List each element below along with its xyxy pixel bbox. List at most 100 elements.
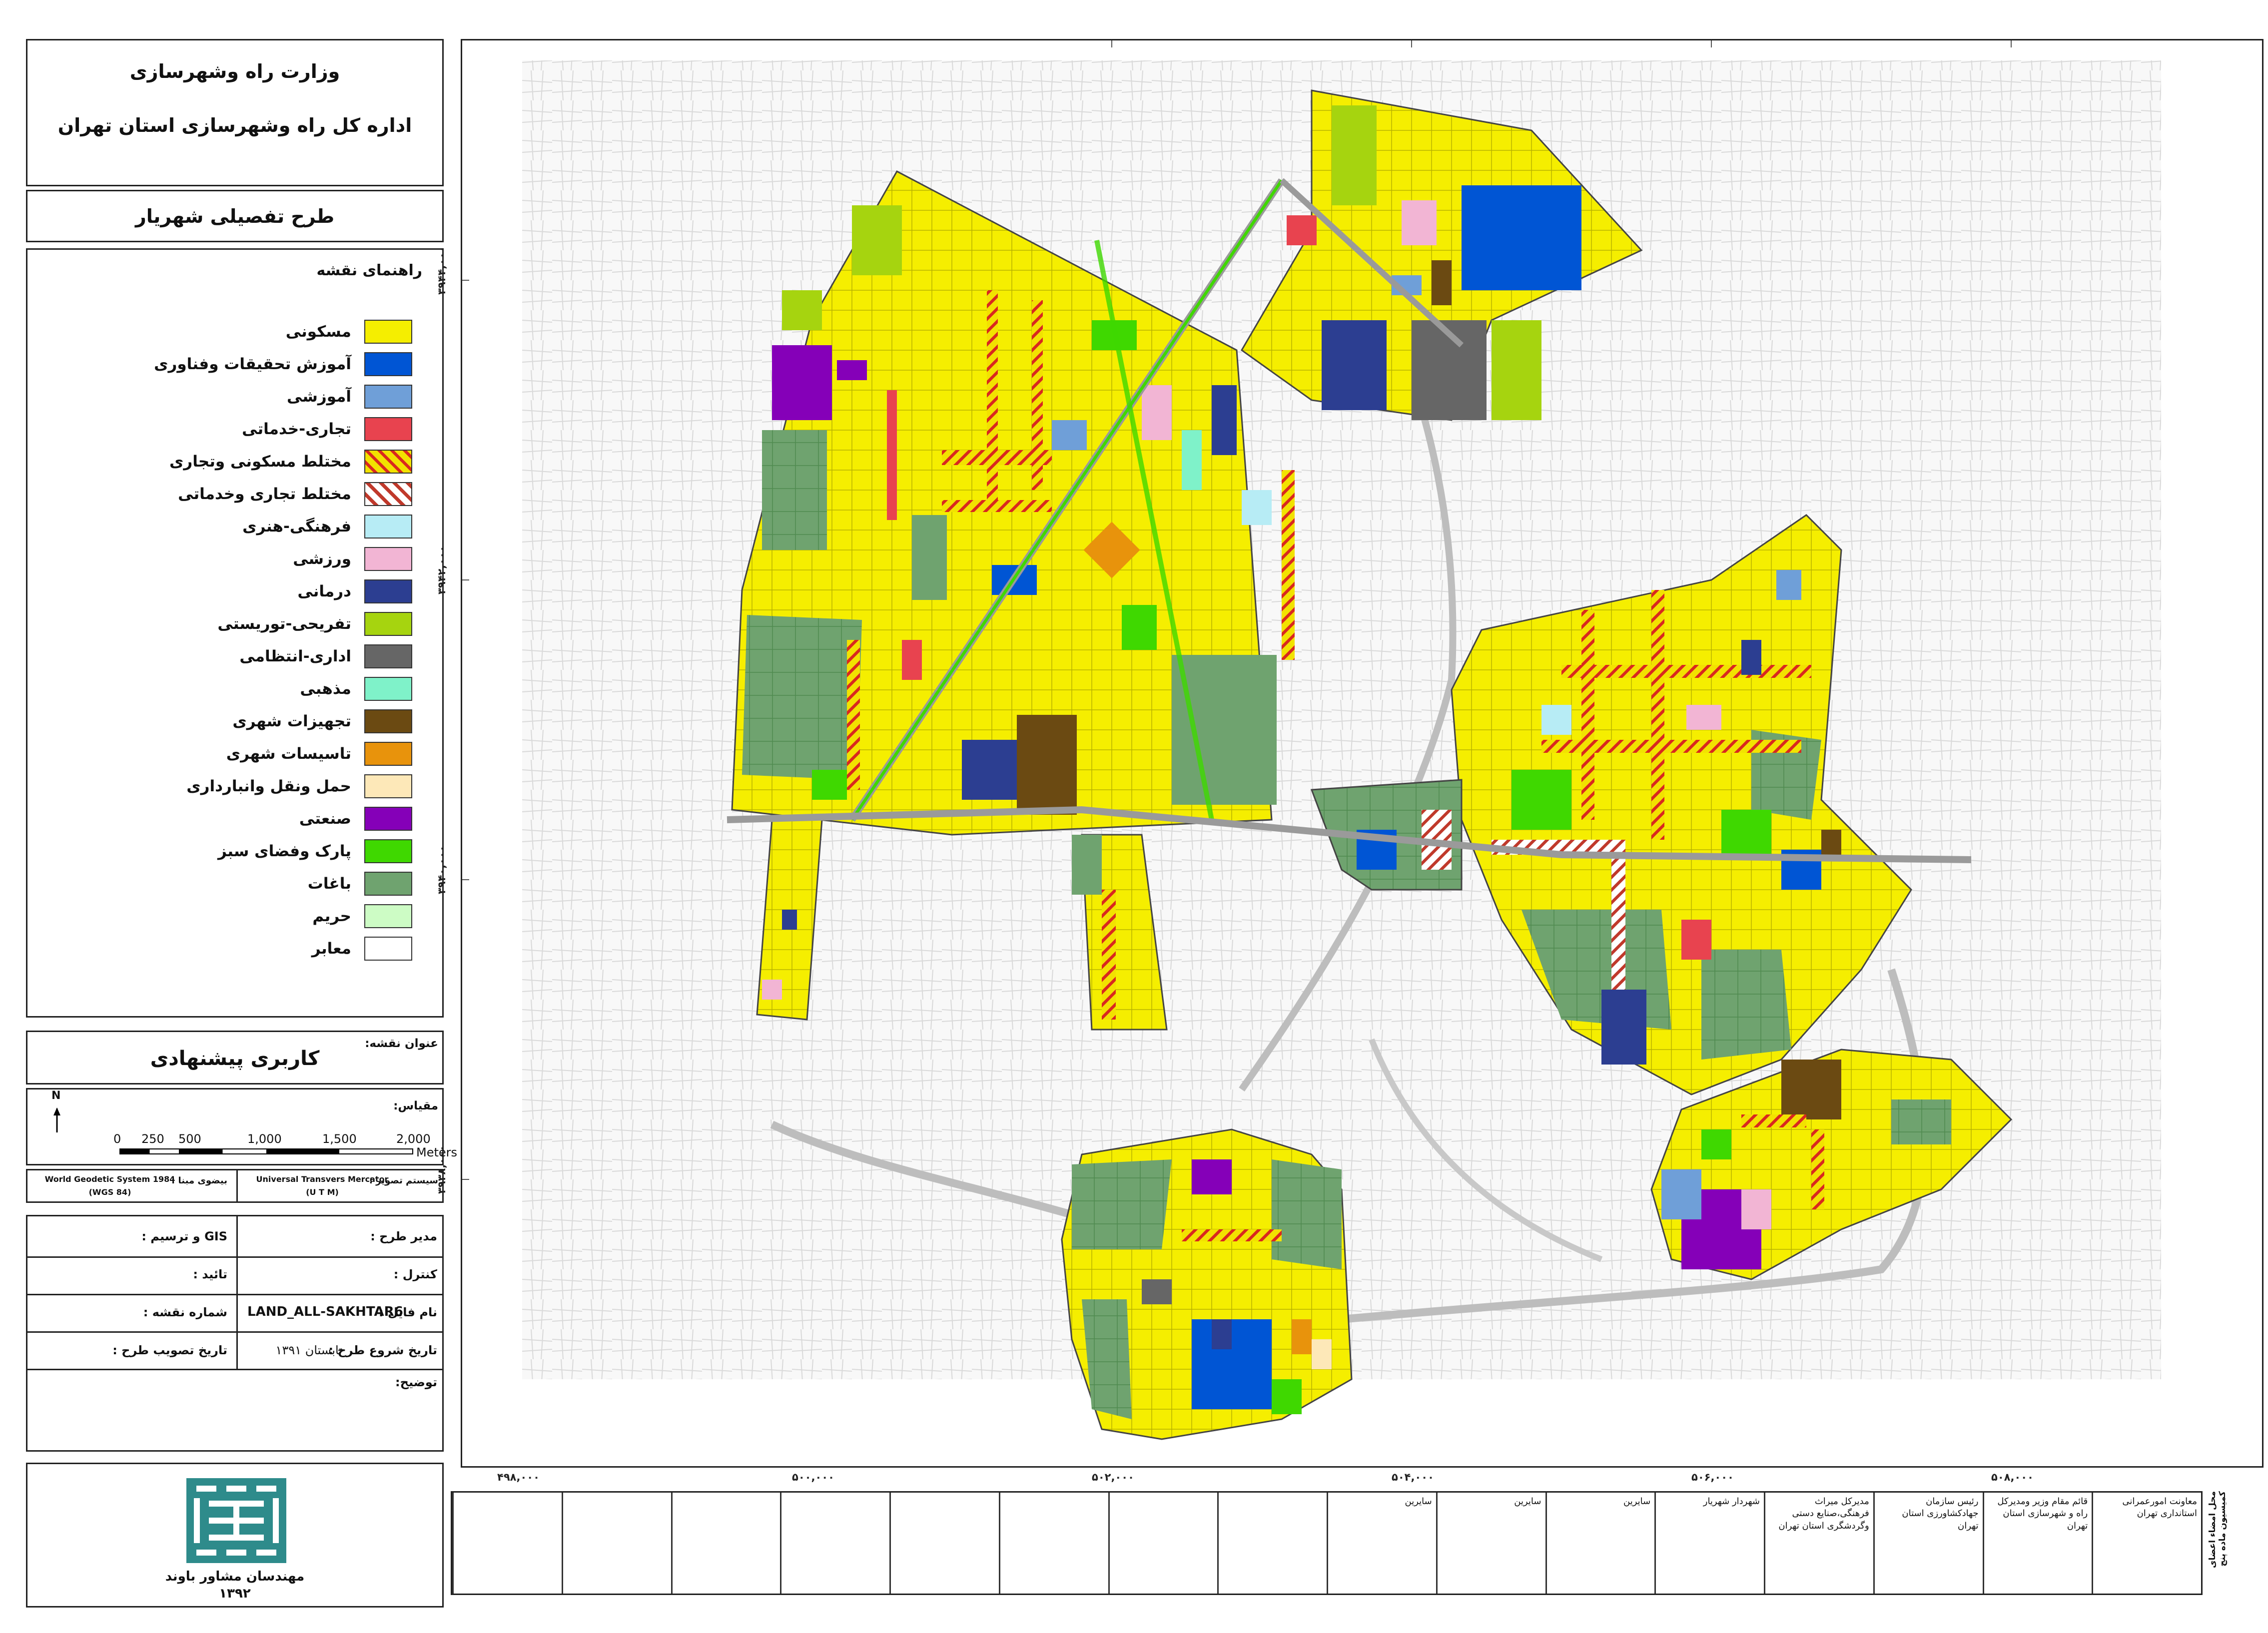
legend-swatch — [364, 320, 412, 344]
x-coord-label: ۵۰۶,۰۰۰ — [1691, 1471, 1734, 1483]
legend-item: حمل ونقل وانبارداری — [186, 773, 412, 799]
legend-swatch — [364, 937, 412, 961]
legend-label: فرهنگی-هنری — [242, 518, 351, 536]
signature-cell: سایرین — [1327, 1493, 1436, 1594]
legend-label: مختلط تجاری وخدماتی — [178, 485, 351, 503]
file-value: LAND_ALL-SAKHTAR6 — [247, 1304, 403, 1319]
legend-label: آموزشی — [287, 388, 351, 406]
legend-item: آموزش تحقیقات وفناوری — [154, 351, 412, 377]
signature-cell — [1217, 1493, 1327, 1594]
scale-tick: 1,500 — [322, 1132, 357, 1146]
signature-cell — [1108, 1493, 1218, 1594]
legend-label: تجهیزات شهری — [232, 712, 351, 730]
info-col-divider — [236, 1216, 238, 1369]
legend-swatch — [364, 904, 412, 928]
x-coord-label: ۵۰۴,۰۰۰ — [1392, 1471, 1434, 1483]
legend-label: اداری-انتظامی — [239, 647, 351, 665]
legend-swatch — [364, 515, 412, 539]
legend-item: باغات — [308, 871, 412, 897]
signature-cell: قائم مقام وزیر ومدیرکل راه و شهرسازی است… — [1982, 1493, 2092, 1594]
legend-label: پارک وفضای سبز — [217, 842, 351, 860]
legend-swatch — [364, 774, 412, 798]
land-use-map — [462, 40, 2262, 1466]
map-frame: ۴۹۸,۰۰۰ ۵۰۰,۰۰۰ ۵۰۲,۰۰۰ ۵۰۴,۰۰۰ ۵۰۶,۰۰۰ … — [461, 39, 2264, 1483]
legend-item: مختلط مسکونی وتجاری — [169, 449, 412, 475]
scale-bar: 0 250 500 1,000 1,500 2,000 Meters — [27, 1089, 457, 1167]
legend-swatch — [364, 872, 412, 896]
scale-tick: 250 — [141, 1132, 164, 1146]
legend-item: درمانی — [297, 578, 412, 604]
legend-label: تاسیسات شهری — [226, 745, 351, 763]
signature-cell — [452, 1493, 562, 1594]
info-block: مدیر طرح : GIS و ترسیم : کنترل : تائید :… — [26, 1215, 444, 1452]
approval-label: تائید : — [193, 1267, 227, 1281]
legend-swatch — [364, 742, 412, 766]
signature-cell: سایرین — [1545, 1493, 1655, 1594]
legend-label: درمانی — [297, 582, 351, 600]
legend-label: باغات — [307, 875, 351, 893]
x-coord-label: ۵۰۸,۰۰۰ — [1991, 1471, 2034, 1483]
legend-label: حمل ونقل وانبارداری — [186, 777, 351, 795]
signature-cell: شهردار شهریار — [1654, 1493, 1764, 1594]
scale-tick: 1,000 — [247, 1132, 282, 1146]
legend-item: تجهیزات شهری — [232, 708, 412, 734]
x-coord-label: ۵۰۰,۰۰۰ — [792, 1471, 834, 1483]
consultant-year: ۱۳۹۲ — [219, 1586, 251, 1601]
consultant-block: مهندسان مشاور باوند ۱۳۹۲ — [26, 1463, 444, 1608]
map-title-value: کاربری پیشنهادی — [150, 1047, 320, 1070]
scale-tick: 2,000 — [396, 1132, 431, 1146]
legend-panel: راهنمای نقشه مسکونی آموزش تحقیقات وفناوری… — [26, 248, 444, 1018]
legend-item: پارک وفضای سبز — [218, 838, 412, 864]
scale-tick: 500 — [178, 1132, 201, 1146]
approve-date-label: تاریخ تصویب طرح : — [112, 1343, 227, 1357]
legend-item: اداری-انتظامی — [239, 643, 412, 669]
title-block: وزارت راه وشهرسازی اداره کل راه وشهرسازی… — [26, 39, 444, 186]
legend-swatch — [364, 677, 412, 701]
signature-cell: رئیس سازمان جهادکشاورزی استان تهران — [1873, 1493, 1983, 1594]
legend-label: تفریحی-توریستی — [217, 615, 351, 633]
legend-swatch — [364, 450, 412, 474]
y-coord-label: ۳۹۴۰,۰۰۰ — [436, 845, 448, 894]
signature-header: محل امضاء اعضای کمیسیون ماده پنج — [2208, 1491, 2228, 1569]
datum-value: World Geodetic System 1984 — [44, 1174, 175, 1184]
legend-item: ورزشی — [293, 546, 412, 572]
signature-cell: معاونت امورعمرانی استانداری تهران — [2092, 1493, 2201, 1594]
control-label: کنترل : — [393, 1267, 437, 1281]
legend-item: مختلط تجاری وخدماتی — [178, 481, 412, 507]
start-value: تابستان ۱۳۹۱ — [275, 1343, 342, 1357]
legend-item: معابر — [312, 936, 412, 962]
y-coord-label: ۳۹۴۴,۰۰۰ — [436, 246, 448, 295]
signature-cell: سایرین — [1436, 1493, 1545, 1594]
legend-item: مذهبی — [300, 676, 412, 702]
legend-swatch — [364, 417, 412, 441]
map-title-block: عنوان نقشه: کاربری پیشنهادی — [26, 1031, 444, 1085]
info-row-divider — [27, 1369, 442, 1370]
legend-item: فرهنگی-هنری — [242, 514, 412, 540]
legend-swatch — [364, 709, 412, 733]
gis-label: GIS و ترسیم : — [141, 1229, 227, 1243]
consultant-logo-icon — [186, 1478, 286, 1563]
scale-segments — [119, 1148, 413, 1154]
signature-cell — [671, 1493, 780, 1594]
projection-abbr: (U T M) — [306, 1187, 339, 1197]
x-coord-label: ۴۹۸,۰۰۰ — [497, 1471, 540, 1483]
legend-swatch — [364, 547, 412, 571]
info-row-divider — [27, 1294, 442, 1295]
legend-label: معابر — [311, 940, 351, 958]
info-row-divider — [27, 1256, 442, 1258]
legend-item: تفریحی-توریستی — [217, 611, 412, 637]
plan-title-block: طرح تفصیلی شهریار — [26, 190, 444, 242]
datum-abbr: (WGS 84) — [88, 1187, 131, 1197]
legend-label: مذهبی — [300, 680, 351, 698]
signature-cell — [889, 1493, 999, 1594]
legend-label: آموزش تحقیقات وفناوری — [154, 355, 351, 373]
info-row-divider — [27, 1331, 442, 1333]
signature-cell — [780, 1493, 889, 1594]
legend-label: مختلط مسکونی وتجاری — [169, 453, 351, 471]
legend-item: مسکونی — [286, 319, 412, 345]
signature-strip: معاونت امورعمرانی استانداری تهران قائم مق… — [451, 1491, 2203, 1595]
manager-label: مدیر طرح : — [370, 1229, 437, 1243]
signature-cell — [998, 1493, 1108, 1594]
projection-value: Universal Transvers Mercator — [256, 1174, 389, 1184]
directorate-title: اداره کل راه وشهرسازی استان تهران — [57, 114, 412, 136]
